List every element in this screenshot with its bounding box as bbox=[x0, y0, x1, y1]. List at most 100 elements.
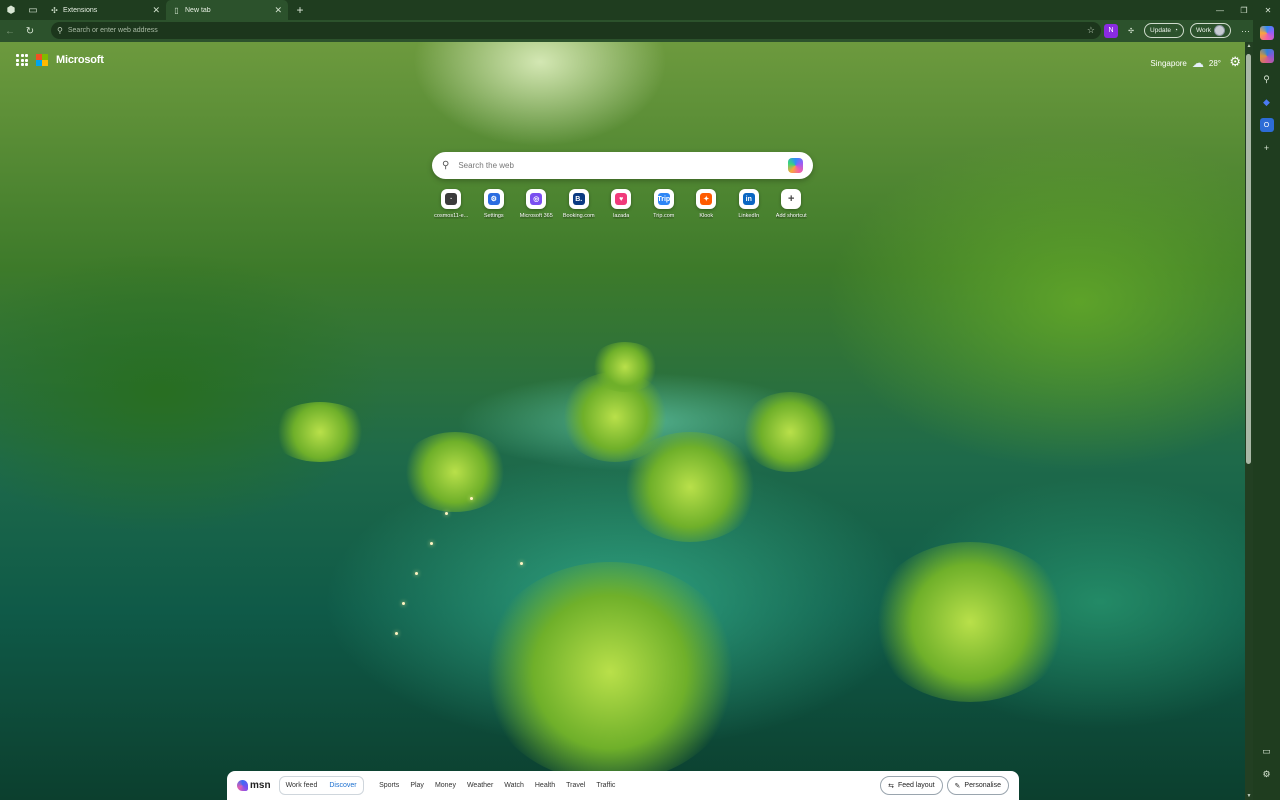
copilot-sidebar-icon[interactable] bbox=[1259, 49, 1274, 63]
copilot-icon[interactable] bbox=[1259, 26, 1274, 40]
background-plant bbox=[740, 392, 840, 472]
layout-icon: ⇆ bbox=[888, 782, 894, 790]
site-icon: B. bbox=[572, 193, 585, 205]
more-options-icon[interactable]: ··· bbox=[1237, 26, 1254, 36]
quick-link[interactable]: + Add shortcut bbox=[770, 189, 813, 219]
quick-link[interactable]: · cosmos11-e... bbox=[430, 189, 473, 219]
scrollbar-thumb[interactable] bbox=[1246, 54, 1251, 464]
close-icon[interactable]: ✕ bbox=[152, 5, 160, 16]
extension-new-icon[interactable]: N bbox=[1104, 23, 1119, 38]
minimize-icon[interactable]: — bbox=[1208, 0, 1232, 20]
tab-extensions[interactable]: ✣ Extensions ✕ bbox=[44, 0, 166, 20]
tools-icon[interactable]: ◆ bbox=[1260, 95, 1274, 109]
tab-label: New tab bbox=[185, 6, 211, 14]
scroll-down-icon[interactable]: ▼ bbox=[1245, 793, 1253, 799]
profile-button[interactable]: Work bbox=[1189, 23, 1231, 38]
site-icon: Trip bbox=[657, 193, 670, 205]
tab-discover[interactable]: Discover bbox=[323, 782, 362, 789]
workspaces-icon[interactable]: ⬢ bbox=[0, 0, 22, 20]
background-plant bbox=[270, 402, 370, 462]
feed-layout-button[interactable]: ⇆ Feed layout bbox=[880, 776, 943, 795]
page-icon: ▯ bbox=[174, 5, 179, 15]
site-icon: ⚙ bbox=[487, 193, 500, 205]
water-sparkle bbox=[470, 497, 473, 500]
tab-actions-icon[interactable]: ▭ bbox=[22, 0, 44, 20]
site-icon: ✦ bbox=[700, 193, 713, 205]
quick-links: · cosmos11-e... ⚙ Settings ◎ Microsoft 365 B. B… bbox=[430, 189, 813, 219]
sidebar-settings-icon[interactable]: ⚙ bbox=[1260, 767, 1274, 781]
msn-logo[interactable]: msn bbox=[237, 780, 271, 791]
msn-nav-item[interactable]: Money bbox=[429, 782, 461, 789]
msn-logo-text: msn bbox=[250, 780, 271, 791]
quick-link-label: Booking.com bbox=[562, 213, 595, 219]
close-window-icon[interactable]: ✕ bbox=[1256, 0, 1280, 20]
quick-link-tile: ⚙ bbox=[483, 189, 504, 209]
water-sparkle bbox=[395, 632, 398, 635]
avatar bbox=[1214, 25, 1225, 36]
app-launcher-icon[interactable] bbox=[16, 54, 28, 66]
restore-icon[interactable]: ❐ bbox=[1232, 0, 1256, 20]
msn-feed-bar: msn Work feed Discover Sports Play Money We… bbox=[227, 771, 1019, 800]
quick-link-label: Microsoft 365 bbox=[519, 213, 553, 219]
web-search-box[interactable]: ⚲ Search the web bbox=[432, 152, 813, 179]
quick-link[interactable]: Trip Trip.com bbox=[643, 189, 686, 219]
page-scrollbar[interactable]: ▲ ▼ bbox=[1245, 42, 1253, 800]
close-icon[interactable]: ✕ bbox=[274, 5, 282, 16]
scroll-up-icon[interactable]: ▲ bbox=[1245, 43, 1253, 49]
background-plant bbox=[590, 342, 660, 392]
msn-nav-item[interactable]: Watch bbox=[499, 782, 530, 789]
msn-nav-item[interactable]: Traffic bbox=[591, 782, 621, 789]
water-sparkle bbox=[445, 512, 448, 515]
update-button[interactable]: Update ◔ bbox=[1144, 23, 1184, 38]
msn-nav-item[interactable]: Health bbox=[529, 782, 560, 789]
quick-link-label: Klook bbox=[699, 213, 714, 219]
quick-link[interactable]: in LinkedIn bbox=[728, 189, 771, 219]
add-icon: + bbox=[785, 193, 798, 205]
water-sparkle bbox=[430, 542, 433, 545]
favorite-star-icon[interactable]: ☆ bbox=[1087, 25, 1095, 36]
refresh-button[interactable]: ↻ bbox=[20, 20, 40, 42]
site-icon: ◎ bbox=[530, 193, 543, 205]
sparkle-edit-icon: ✎ bbox=[954, 782, 961, 790]
tab-new-tab[interactable]: ▯ New tab ✕ bbox=[166, 0, 288, 20]
personalise-button[interactable]: ✎ Personalise bbox=[946, 776, 1009, 795]
quick-link[interactable]: B. Booking.com bbox=[558, 189, 601, 219]
quick-link[interactable]: ◎ Microsoft 365 bbox=[515, 189, 558, 219]
background-plant bbox=[480, 562, 740, 782]
quick-link-tile: Trip bbox=[653, 189, 674, 209]
search-icon[interactable]: ⚲ bbox=[1260, 72, 1274, 86]
weather-temperature: 28° bbox=[1208, 58, 1221, 68]
hide-sidebar-icon[interactable]: ▭ bbox=[1260, 744, 1274, 758]
edge-sidebar: ⚲ ◆ O + ▭ ⚙ bbox=[1253, 20, 1280, 800]
site-icon: ♥ bbox=[615, 193, 628, 205]
update-badge-icon: ◔ bbox=[1174, 27, 1178, 34]
add-sidebar-app-icon[interactable]: + bbox=[1260, 141, 1274, 155]
extensions-puzzle-icon[interactable]: ✣ bbox=[1124, 24, 1138, 38]
quick-link-tile: ✦ bbox=[696, 189, 717, 209]
site-icon: in bbox=[742, 193, 755, 205]
address-placeholder: Search or enter web address bbox=[67, 27, 158, 34]
outlook-icon[interactable]: O bbox=[1259, 118, 1274, 132]
copilot-icon[interactable] bbox=[788, 158, 803, 173]
msn-nav-item[interactable]: Travel bbox=[561, 782, 591, 789]
quick-link[interactable]: ♥ lazada bbox=[600, 189, 643, 219]
new-tab-button[interactable]: + bbox=[292, 2, 308, 18]
weather-widget[interactable]: Singapore ☁ 28° bbox=[1150, 56, 1221, 70]
quick-link-label: Add shortcut bbox=[775, 213, 807, 219]
feed-toggle: Work feed Discover bbox=[278, 776, 364, 795]
page-settings-icon[interactable]: ⚙ bbox=[1229, 54, 1241, 70]
tab-work-feed[interactable]: Work feed bbox=[280, 782, 324, 789]
quick-link-label: lazada bbox=[613, 213, 630, 219]
quick-link[interactable]: ⚙ Settings bbox=[473, 189, 516, 219]
address-bar[interactable]: ⚲ Search or enter web address ☆ bbox=[51, 22, 1101, 39]
msn-nav-item[interactable]: Sports bbox=[374, 782, 405, 789]
quick-link[interactable]: ✦ Klook bbox=[685, 189, 728, 219]
msn-nav-item[interactable]: Play bbox=[405, 782, 430, 789]
tab-label: Extensions bbox=[63, 6, 98, 14]
quick-link-label: Settings bbox=[483, 213, 504, 219]
quick-link-label: LinkedIn bbox=[738, 213, 760, 219]
msn-nav-item[interactable]: Weather bbox=[461, 782, 498, 789]
water-sparkle bbox=[415, 572, 418, 575]
toolbar-right-group: N ✣ Update ◔ Work ··· bbox=[1104, 22, 1254, 39]
back-button[interactable]: ← bbox=[0, 20, 20, 42]
